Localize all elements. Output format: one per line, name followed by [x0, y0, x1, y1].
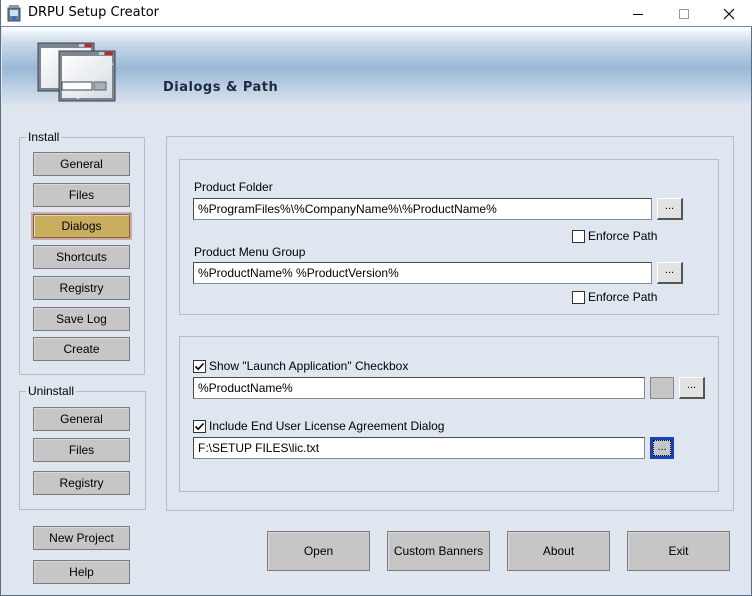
exit-button[interactable]: Exit: [627, 531, 730, 571]
custom-banners-button[interactable]: Custom Banners: [387, 531, 490, 571]
product-folder-label: Product Folder: [194, 180, 273, 194]
install-registry-button[interactable]: Registry: [33, 276, 130, 300]
uninstall-general-button[interactable]: General: [33, 407, 130, 431]
checkmark-icon: [193, 419, 206, 433]
menu-group-browse-button[interactable]: ...: [657, 262, 683, 284]
launch-app-input[interactable]: [193, 377, 645, 399]
page-title: Dialogs & Path: [163, 80, 279, 95]
install-legend: Install: [26, 130, 62, 144]
menu-group-label: Product Menu Group: [194, 245, 306, 259]
product-folder-enforce-checkbox[interactable]: Enforce Path: [572, 229, 657, 243]
launch-app-label: Show "Launch Application" Checkbox: [209, 359, 409, 373]
about-button[interactable]: About: [507, 531, 610, 571]
new-project-button[interactable]: New Project: [33, 526, 130, 550]
window-title: DRPU Setup Creator: [28, 5, 159, 20]
uninstall-legend: Uninstall: [26, 384, 77, 398]
menu-group-input[interactable]: [193, 262, 652, 284]
menu-group-enforce-label: Enforce Path: [588, 290, 658, 304]
dialog-windows-icon: [37, 42, 116, 102]
eula-file-input[interactable]: [193, 437, 645, 459]
open-button[interactable]: Open: [267, 531, 370, 571]
close-icon: [723, 8, 735, 19]
checkbox-unchecked-icon: [572, 290, 585, 304]
checkbox-unchecked-icon: [572, 229, 585, 243]
eula-label: Include End User License Agreement Dialo…: [209, 419, 445, 433]
app-window: DRPU Setup Creator Dialogs & Path Instal…: [0, 0, 752, 596]
product-folder-input[interactable]: [193, 198, 652, 220]
maximize-icon: [679, 8, 689, 19]
install-save-log-button[interactable]: Save Log: [33, 307, 130, 331]
install-dialogs-button[interactable]: Dialogs: [31, 212, 132, 240]
eula-checkbox[interactable]: Include End User License Agreement Dialo…: [193, 419, 444, 433]
app-icon: [7, 5, 21, 22]
uninstall-registry-button[interactable]: Registry: [33, 471, 130, 495]
minimize-button[interactable]: [615, 0, 661, 27]
install-general-button[interactable]: General: [33, 152, 130, 176]
install-shortcuts-button[interactable]: Shortcuts: [33, 245, 130, 269]
launch-app-color-swatch[interactable]: [650, 377, 674, 399]
product-folder-browse-button[interactable]: ...: [657, 198, 683, 220]
help-button[interactable]: Help: [33, 560, 130, 584]
eula-browse-label: ...: [653, 440, 671, 456]
launch-app-checkbox[interactable]: Show "Launch Application" Checkbox: [193, 359, 408, 373]
install-files-button[interactable]: Files: [33, 183, 130, 207]
menu-group-enforce-checkbox[interactable]: Enforce Path: [572, 290, 657, 304]
eula-browse-button[interactable]: ...: [650, 437, 674, 459]
launch-app-browse-button[interactable]: ...: [679, 377, 705, 399]
header-banner: Dialogs & Path: [2, 27, 751, 107]
minimize-icon: [633, 13, 643, 15]
uninstall-files-button[interactable]: Files: [33, 438, 130, 462]
install-create-button[interactable]: Create: [33, 337, 130, 361]
maximize-button[interactable]: [661, 0, 707, 27]
close-button[interactable]: [706, 0, 752, 27]
title-bar: DRPU Setup Creator: [1, 0, 752, 27]
product-folder-enforce-label: Enforce Path: [588, 229, 658, 243]
checkmark-icon: [193, 359, 206, 373]
